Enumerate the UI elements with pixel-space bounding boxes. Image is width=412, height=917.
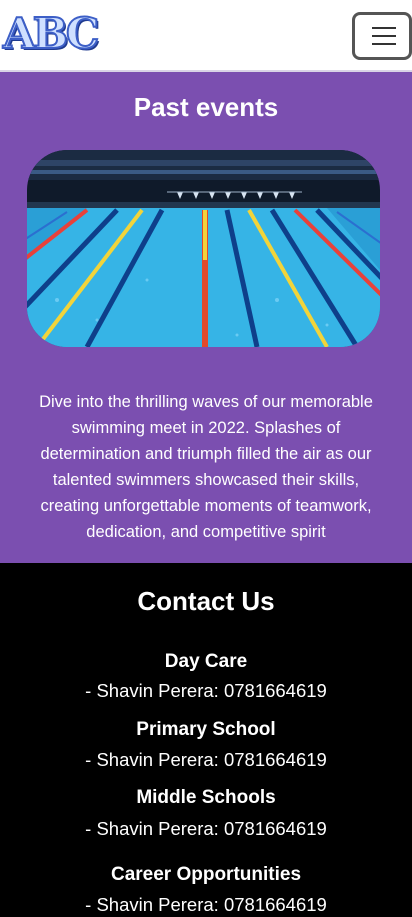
contact-heading: Day Care [164,651,248,672]
event-description: Dive into the thrilling waves of our mem… [39,393,373,541]
contact-heading: Primary School [136,719,276,740]
contact-line[interactable]: - Shavin Perera: 0781664619 [0,817,412,841]
section-title: Past events [133,92,279,122]
contact-section: Contact Us Day Care - Shavin Perera: 078… [0,563,412,915]
menu-toggle-button[interactable] [352,12,412,60]
contact-heading: Middle Schools [136,787,276,808]
contact-heading: Career Opportunities [110,864,302,885]
contact-line[interactable]: - Shavin Perera: 0781664619 [0,893,412,917]
contact-line[interactable]: - Shavin Perera: 0781664619 [0,748,412,772]
section-title: Contact Us [137,586,275,616]
event-image [27,150,380,347]
contact-line[interactable]: - Shavin Perera: 0781664619 [0,679,412,703]
logo[interactable]: ABC [2,11,100,57]
past-events-section: Past events Dive into the thrilling wave… [0,72,412,563]
navbar: ABC [0,0,412,72]
